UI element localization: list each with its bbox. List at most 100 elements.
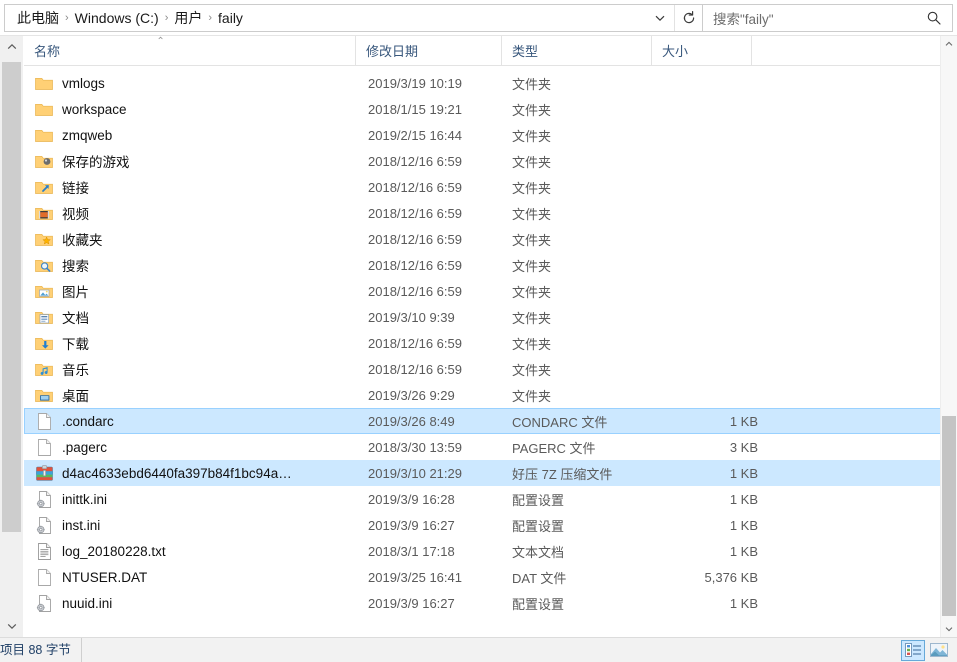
file-date-cell: 2019/3/25 16:41 xyxy=(368,569,462,585)
file-row[interactable]: 图片 2018/12/16 6:59 文件夹 xyxy=(24,278,957,304)
file-date-cell: 2018/12/16 6:59 xyxy=(368,153,462,169)
file-row[interactable]: 收藏夹 2018/12/16 6:59 文件夹 xyxy=(24,226,957,252)
file-row[interactable]: inittk.ini 2019/3/9 16:28 配置设置 1 KB xyxy=(24,486,957,512)
folder-icon xyxy=(32,125,56,145)
file-row[interactable]: 链接 2018/12/16 6:59 文件夹 xyxy=(24,174,957,200)
breadcrumb-separator[interactable]: › xyxy=(163,8,171,28)
file-row[interactable]: .condarc 2019/3/26 8:49 CONDARC 文件 1 KB xyxy=(24,408,957,434)
file-name-label: workspace xyxy=(62,101,127,117)
file-row[interactable]: log_20180228.txt 2018/3/1 17:18 文本文档 1 KB xyxy=(24,538,957,564)
search-icon[interactable] xyxy=(926,10,944,26)
file-row[interactable]: d4ac4633ebd6440fa397b84f1bc94a… 2019/3/10… xyxy=(24,460,957,486)
column-header-name[interactable]: ⌃ 名称 xyxy=(24,36,356,65)
ini-config-icon xyxy=(32,593,56,613)
explorer-body: ⌃ 名称 修改日期 类型 大小 vmlogs 2019/3/19 10:19 文件夹… xyxy=(0,36,957,637)
file-name-label: 搜索 xyxy=(62,259,89,274)
breadcrumb-separator[interactable]: › xyxy=(206,8,214,28)
column-header-type-label: 类型 xyxy=(512,44,539,59)
file-type-cell: 好压 7Z 压缩文件 xyxy=(512,466,613,482)
file-type-cell: 文件夹 xyxy=(512,102,552,118)
breadcrumb-separator[interactable]: › xyxy=(63,8,71,28)
column-header-type[interactable]: 类型 xyxy=(502,36,652,65)
file-date-cell: 2019/3/19 10:19 xyxy=(368,75,462,91)
address-bar[interactable]: 此电脑 › Windows (C:) › 用户 › faily xyxy=(4,4,703,32)
search-box[interactable]: 搜索"faily" xyxy=(703,4,953,32)
file-row[interactable]: 搜索 2018/12/16 6:59 文件夹 xyxy=(24,252,957,278)
file-name-cell: vmlogs xyxy=(32,73,366,93)
file-date-cell: 2018/3/30 13:59 xyxy=(368,439,462,455)
file-row[interactable]: .pagerc 2018/3/30 13:59 PAGERC 文件 3 KB xyxy=(24,434,957,460)
file-type-cell: 文件夹 xyxy=(512,362,552,378)
file-name-cell: 图片 xyxy=(32,281,366,301)
scrollbar-thumb[interactable] xyxy=(942,416,956,616)
file-name-label: 音乐 xyxy=(62,363,89,378)
file-row[interactable]: zmqweb 2019/2/15 16:44 文件夹 xyxy=(24,122,957,148)
file-name-label: inittk.ini xyxy=(62,491,108,507)
scrollbar-thumb[interactable] xyxy=(2,62,21,532)
search-input[interactable]: 搜索"faily" xyxy=(713,8,926,28)
file-row[interactable]: inst.ini 2019/3/9 16:27 配置设置 1 KB xyxy=(24,512,957,538)
file-name-label: .condarc xyxy=(62,413,114,429)
file-list-area: ⌃ 名称 修改日期 类型 大小 vmlogs 2019/3/19 10:19 文件夹… xyxy=(24,36,957,637)
file-size-cell: 1 KB xyxy=(729,465,758,481)
file-type-cell: 文件夹 xyxy=(512,310,552,326)
file-row[interactable]: 下载 2018/12/16 6:59 文件夹 xyxy=(24,330,957,356)
folder-documents-icon xyxy=(32,307,56,327)
column-header-date-modified[interactable]: 修改日期 xyxy=(356,36,502,65)
file-row[interactable]: 文档 2019/3/10 9:39 文件夹 xyxy=(24,304,957,330)
file-type-cell: 配置设置 xyxy=(512,596,565,612)
vertical-scrollbar-right[interactable] xyxy=(940,36,957,637)
breadcrumb-item-windows-c[interactable]: Windows (C:) xyxy=(71,6,163,30)
breadcrumb-item-faily[interactable]: faily xyxy=(214,6,247,30)
scroll-down-arrow-icon[interactable] xyxy=(941,621,957,637)
file-list[interactable]: vmlogs 2019/3/19 10:19 文件夹 workspace 2018/1/… xyxy=(24,66,957,637)
ini-config-icon xyxy=(32,515,56,535)
folder-searches-icon xyxy=(32,255,56,275)
file-type-cell: 文本文档 xyxy=(512,544,565,560)
column-header-date-label: 修改日期 xyxy=(366,44,419,59)
scroll-up-arrow-icon[interactable] xyxy=(0,36,23,58)
file-row[interactable]: 音乐 2018/12/16 6:59 文件夹 xyxy=(24,356,957,382)
file-size-cell: 3 KB xyxy=(729,439,758,455)
file-type-cell: PAGERC 文件 xyxy=(512,440,596,456)
folder-desktop-icon xyxy=(32,385,56,405)
file-type-cell: 文件夹 xyxy=(512,76,552,92)
file-name-label: nuuid.ini xyxy=(62,595,113,611)
file-date-cell: 2018/12/16 6:59 xyxy=(368,257,462,273)
file-name-cell: inst.ini xyxy=(32,515,366,535)
file-date-cell: 2019/3/9 16:27 xyxy=(368,595,455,611)
file-row[interactable]: 视频 2018/12/16 6:59 文件夹 xyxy=(24,200,957,226)
sort-ascending-icon: ⌃ xyxy=(156,36,165,47)
file-row[interactable]: NTUSER.DAT 2019/3/25 16:41 DAT 文件 5,376 KB xyxy=(24,564,957,590)
details-view-button[interactable] xyxy=(901,639,925,661)
file-row[interactable]: nuuid.ini 2019/3/9 16:27 配置设置 1 KB xyxy=(24,590,957,616)
column-header-size[interactable]: 大小 xyxy=(652,36,752,65)
scroll-down-arrow-icon[interactable] xyxy=(0,615,23,637)
file-name-cell: NTUSER.DAT xyxy=(32,567,366,587)
breadcrumb-item-this-pc[interactable]: 此电脑 xyxy=(13,6,63,30)
scroll-up-arrow-icon[interactable] xyxy=(941,36,957,52)
large-icons-view-button[interactable] xyxy=(927,640,951,661)
blank-file-icon xyxy=(32,567,56,587)
file-name-cell: 收藏夹 xyxy=(32,229,366,249)
refresh-icon[interactable] xyxy=(674,5,702,31)
file-row[interactable]: vmlogs 2019/3/19 10:19 文件夹 xyxy=(24,70,957,96)
file-row[interactable]: workspace 2018/1/15 19:21 文件夹 xyxy=(24,96,957,122)
chevron-down-icon[interactable] xyxy=(646,5,674,31)
status-bar: 项目 88 字节 xyxy=(0,637,957,662)
vertical-scrollbar-left[interactable] xyxy=(0,36,24,637)
folder-downloads-icon xyxy=(32,333,56,353)
file-name-label: 桌面 xyxy=(62,389,89,404)
file-date-cell: 2018/1/15 19:21 xyxy=(368,101,462,117)
breadcrumb-item-users[interactable]: 用户 xyxy=(170,6,206,30)
scrollbar-track[interactable] xyxy=(0,58,23,615)
file-row[interactable]: 保存的游戏 2018/12/16 6:59 文件夹 xyxy=(24,148,957,174)
file-row[interactable]: 桌面 2019/3/26 9:29 文件夹 xyxy=(24,382,957,408)
file-name-label: d4ac4633ebd6440fa397b84f1bc94a… xyxy=(62,465,292,481)
file-type-cell: 配置设置 xyxy=(512,492,565,508)
file-date-cell: 2018/12/16 6:59 xyxy=(368,231,462,247)
file-type-cell: 文件夹 xyxy=(512,128,552,144)
column-headers: ⌃ 名称 修改日期 类型 大小 xyxy=(24,36,957,66)
file-name-cell: 音乐 xyxy=(32,359,366,379)
file-type-cell: 文件夹 xyxy=(512,180,552,196)
